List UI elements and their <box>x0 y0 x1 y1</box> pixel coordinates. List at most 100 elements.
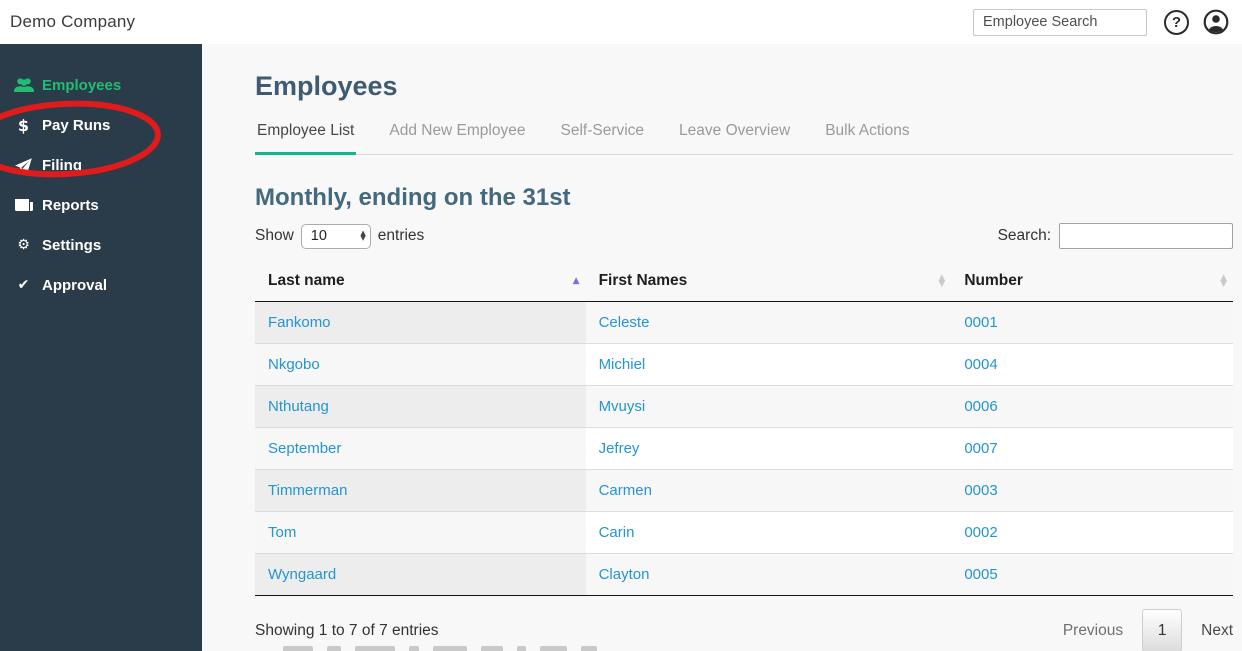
employee-number-link[interactable]: 0001 <box>964 314 997 331</box>
employee-last-name-link[interactable]: Wyngaard <box>268 566 336 583</box>
help-icon[interactable]: ? <box>1164 9 1189 35</box>
entries-label: entries <box>377 227 425 244</box>
cell-number: 0005 <box>951 553 1233 596</box>
employee-last-name-link[interactable]: Timmerman <box>268 482 347 499</box>
column-header-number[interactable]: Number ▲ ▼ <box>951 261 1233 302</box>
show-label: Show <box>255 227 294 244</box>
pagination-next-button[interactable]: Next <box>1201 622 1233 640</box>
entries-select[interactable]: 10 ▲ ▼ <box>300 223 371 249</box>
tab-add-new-employee[interactable]: Add New Employee <box>387 116 527 154</box>
employee-last-name-link[interactable]: Tom <box>268 524 296 541</box>
cell-last-name: Fankomo <box>255 301 586 344</box>
column-header-last-name[interactable]: Last name ▲ <box>255 261 586 302</box>
table-search-input[interactable] <box>1059 223 1233 249</box>
sidebar-item-label: Reports <box>42 196 99 214</box>
employee-first-name-link[interactable]: Carin <box>599 524 635 541</box>
cell-last-name: Nthutang <box>255 385 586 428</box>
dollar-icon: $ <box>17 115 30 135</box>
employee-number-link[interactable]: 0003 <box>964 482 997 499</box>
cell-number: 0001 <box>951 301 1233 344</box>
employee-last-name-link[interactable]: September <box>268 440 341 457</box>
employee-first-name-link[interactable]: Jefrey <box>599 440 640 457</box>
show-entries-control: Show 10 ▲ ▼ entries <box>255 223 425 249</box>
table-row: Timmerman Carmen 0003 <box>255 469 1233 512</box>
employee-first-name-link[interactable]: Michiel <box>599 356 646 373</box>
table-row: Wyngaard Clayton 0005 <box>255 553 1233 596</box>
table-row: Tom Carin 0002 <box>255 511 1233 554</box>
tab-leave-overview[interactable]: Leave Overview <box>677 116 792 154</box>
table-row: Nthutang Mvuysi 0006 <box>255 385 1233 428</box>
sidebar-item-employees[interactable]: Employees <box>0 65 202 105</box>
cell-last-name: Wyngaard <box>255 553 586 596</box>
sidebar-item-approval[interactable]: ✔ Approval <box>0 265 202 305</box>
check-icon: ✔ <box>17 277 30 293</box>
cell-last-name: September <box>255 427 586 470</box>
cell-last-name: Timmerman <box>255 469 586 512</box>
cutoff-content <box>283 646 597 651</box>
cell-first-name: Michiel <box>585 343 952 386</box>
search-label: Search: <box>997 227 1051 244</box>
tabs: Employee List Add New Employee Self-Servic… <box>255 116 1233 155</box>
cell-first-name: Jefrey <box>585 427 952 470</box>
cell-first-name: Mvuysi <box>585 385 952 428</box>
cell-number: 0006 <box>951 385 1233 428</box>
sidebar-item-label: Pay Runs <box>42 116 111 134</box>
select-stepper-icon: ▲ ▼ <box>360 229 366 242</box>
cell-first-name: Carin <box>585 511 952 554</box>
sidebar-nav: Employees $ Pay Runs Filing Reports ⚙ Settings… <box>0 65 202 305</box>
cell-number: 0002 <box>951 511 1233 554</box>
sidebar-item-label: Filing <box>42 156 82 174</box>
employee-first-name-link[interactable]: Carmen <box>599 482 652 499</box>
sidebar-item-filing[interactable]: Filing <box>0 145 202 185</box>
sort-both-icon: ▲ ▼ <box>938 273 946 289</box>
users-icon <box>13 77 34 93</box>
employee-table: Last name ▲ First Names ▲ ▼ Number ▲ ▼ Fankomo C… <box>255 261 1233 596</box>
employee-last-name-link[interactable]: Fankomo <box>268 314 331 331</box>
employee-number-link[interactable]: 0002 <box>964 524 997 541</box>
topbar: Demo Company ? <box>0 0 1242 44</box>
table-controls: Show 10 ▲ ▼ entries Search: <box>255 223 1233 249</box>
employee-search-input[interactable] <box>973 8 1147 36</box>
employee-number-link[interactable]: 0005 <box>964 566 997 583</box>
sort-ascending-icon: ▲ <box>572 276 580 286</box>
table-header-row: Last name ▲ First Names ▲ ▼ Number ▲ ▼ <box>255 261 1233 302</box>
employee-number-link[interactable]: 0006 <box>964 398 997 415</box>
table-row: Fankomo Celeste 0001 <box>255 301 1233 344</box>
employee-first-name-link[interactable]: Celeste <box>599 314 650 331</box>
sidebar-item-label: Settings <box>42 236 102 254</box>
sidebar-item-settings[interactable]: ⚙ Settings <box>0 225 202 265</box>
sidebar-item-pay-runs[interactable]: $ Pay Runs <box>0 105 202 145</box>
pay-frequency-heading: Monthly, ending on the 31st <box>255 184 571 211</box>
table-row: Nkgobo Michiel 0004 <box>255 343 1233 386</box>
entries-select-value: 10 <box>310 228 327 244</box>
employee-number-link[interactable]: 0004 <box>964 356 997 373</box>
gear-icon: ⚙ <box>17 237 30 253</box>
tab-employee-list[interactable]: Employee List <box>255 116 357 155</box>
employee-last-name-link[interactable]: Nkgobo <box>268 356 320 373</box>
column-header-first-names[interactable]: First Names ▲ ▼ <box>585 261 952 302</box>
page-title: Employees <box>255 71 398 101</box>
pagination: Previous 1 Next <box>1063 609 1233 651</box>
tab-bulk-actions[interactable]: Bulk Actions <box>823 116 911 154</box>
company-name: Demo Company <box>10 12 136 31</box>
employee-last-name-link[interactable]: Nthutang <box>268 398 329 415</box>
sidebar: Employees $ Pay Runs Filing Reports ⚙ Settings… <box>0 44 202 651</box>
pagination-page-1-button[interactable]: 1 <box>1142 609 1183 651</box>
user-account-icon[interactable] <box>1203 9 1229 35</box>
sort-both-icon: ▲ ▼ <box>1220 273 1227 289</box>
sidebar-item-label: Approval <box>42 276 108 294</box>
pagination-previous-button[interactable]: Previous <box>1063 622 1123 640</box>
table-row: September Jefrey 0007 <box>255 427 1233 470</box>
cell-first-name: Carmen <box>585 469 952 512</box>
cell-last-name: Nkgobo <box>255 343 586 386</box>
employee-first-name-link[interactable]: Clayton <box>599 566 650 583</box>
cell-number: 0003 <box>951 469 1233 512</box>
tab-self-service[interactable]: Self-Service <box>558 116 646 154</box>
sidebar-item-label: Employees <box>42 76 122 94</box>
cell-first-name: Celeste <box>585 301 952 344</box>
employee-first-name-link[interactable]: Mvuysi <box>599 398 646 415</box>
sidebar-item-reports[interactable]: Reports <box>0 185 202 225</box>
entries-info: Showing 1 to 7 of 7 entries <box>255 621 439 639</box>
cell-first-name: Clayton <box>585 553 952 596</box>
employee-number-link[interactable]: 0007 <box>964 440 997 457</box>
